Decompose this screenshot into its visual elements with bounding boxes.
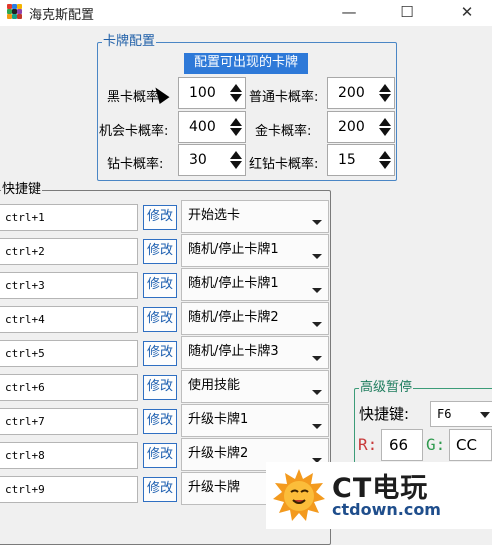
sun-mascot-icon <box>273 469 325 521</box>
hotkey-action-dropdown-2[interactable]: 随机/停止卡牌1 <box>181 234 329 267</box>
hotkey-action-dropdown-7[interactable]: 升级卡牌1 <box>181 404 329 437</box>
minimize-button[interactable]: — <box>335 2 363 24</box>
hotkey-input-3[interactable]: ctrl+3 <box>0 272 138 299</box>
hotkey-legend: 快捷键 <box>2 182 42 197</box>
pause-hotkey-value: F6 <box>437 407 452 421</box>
g-label: G: <box>426 435 446 454</box>
dropdown-value: 随机/停止卡牌2 <box>188 310 279 325</box>
black-card-spinbox[interactable]: 100 <box>178 77 246 109</box>
edit-hotkey-button-9[interactable]: 修改 <box>143 477 177 502</box>
hotkey-input-1[interactable]: ctrl+1 <box>0 204 138 231</box>
dropdown-value: 升级卡牌2 <box>188 446 249 461</box>
increment-arrow-icon[interactable] <box>230 84 242 92</box>
decrement-arrow-icon[interactable] <box>230 128 242 136</box>
pause-hotkey-label: 快捷键: <box>359 405 410 423</box>
increment-arrow-icon[interactable] <box>230 151 242 159</box>
increment-arrow-icon[interactable] <box>379 151 391 159</box>
normal-card-label: 普通卡概率: <box>249 90 319 105</box>
chance-card-value: 400 <box>189 119 216 135</box>
hotkey-input-4[interactable]: ctrl+4 <box>0 306 138 333</box>
edit-hotkey-button-6[interactable]: 修改 <box>143 375 177 400</box>
hotkey-input-5[interactable]: ctrl+5 <box>0 340 138 367</box>
hotkey-action-dropdown-4[interactable]: 随机/停止卡牌2 <box>181 302 329 335</box>
gold-card-value: 200 <box>338 119 365 135</box>
normal-card-value: 200 <box>338 85 365 101</box>
hotkey-input-6[interactable]: ctrl+6 <box>0 374 138 401</box>
r-value: 66 <box>389 436 409 454</box>
edit-hotkey-button-1[interactable]: 修改 <box>143 205 177 230</box>
g-value-input[interactable]: CC <box>449 429 492 461</box>
hotkey-action-dropdown-3[interactable]: 随机/停止卡牌1 <box>181 268 329 301</box>
edit-hotkey-button-2[interactable]: 修改 <box>143 239 177 264</box>
hotkey-input-7[interactable]: ctrl+7 <box>0 408 138 435</box>
increment-arrow-icon[interactable] <box>379 118 391 126</box>
dropdown-value: 使用技能 <box>188 378 241 393</box>
edit-hotkey-button-7[interactable]: 修改 <box>143 409 177 434</box>
card-config-legend: 卡牌配置 <box>103 34 156 49</box>
gold-card-label: 金卡概率: <box>255 124 312 139</box>
decrement-arrow-icon[interactable] <box>230 94 242 102</box>
edit-hotkey-button-3[interactable]: 修改 <box>143 273 177 298</box>
decrement-arrow-icon[interactable] <box>379 94 391 102</box>
black-card-value: 100 <box>189 85 216 101</box>
increment-arrow-icon[interactable] <box>379 84 391 92</box>
dropdown-value: 随机/停止卡牌1 <box>188 242 279 257</box>
diamond-card-label: 钻卡概率: <box>107 157 164 172</box>
diamond-card-spinbox[interactable]: 30 <box>178 144 246 176</box>
app-icon <box>7 4 23 20</box>
maximize-button[interactable]: ☐ <box>393 2 421 24</box>
hotkey-action-dropdown-5[interactable]: 随机/停止卡牌3 <box>181 336 329 369</box>
hotkey-input-8[interactable]: ctrl+8 <box>0 442 138 469</box>
hotkey-input-2[interactable]: ctrl+2 <box>0 238 138 265</box>
window-title: 海克斯配置 <box>29 8 95 23</box>
chance-card-label: 机会卡概率: <box>99 124 169 139</box>
decrement-arrow-icon[interactable] <box>230 161 242 169</box>
red-diamond-card-spinbox[interactable]: 15 <box>327 144 395 176</box>
chevron-down-icon <box>312 390 322 395</box>
diamond-card-value: 30 <box>189 152 207 168</box>
chevron-down-icon <box>312 322 322 327</box>
chevron-down-icon <box>312 288 322 293</box>
chevron-down-icon <box>312 254 322 259</box>
hotkey-action-dropdown-1[interactable]: 开始选卡 <box>181 200 329 233</box>
dropdown-value: 升级卡牌1 <box>188 412 249 427</box>
watermark-subtitle: ctdown.com <box>332 500 441 519</box>
watermark: CT电玩 ctdown.com <box>266 462 492 529</box>
hotkey-input-9[interactable]: ctrl+9 <box>0 476 138 503</box>
chevron-down-icon <box>312 356 322 361</box>
decrement-arrow-icon[interactable] <box>379 161 391 169</box>
increment-arrow-icon[interactable] <box>230 118 242 126</box>
hotkey-action-dropdown-6[interactable]: 使用技能 <box>181 370 329 403</box>
pause-hotkey-dropdown[interactable]: F6 <box>430 401 492 427</box>
r-value-input[interactable]: 66 <box>381 429 423 461</box>
red-diamond-card-value: 15 <box>338 152 356 168</box>
chevron-down-icon <box>312 424 322 429</box>
edit-hotkey-button-8[interactable]: 修改 <box>143 443 177 468</box>
decrement-arrow-icon[interactable] <box>379 128 391 136</box>
advanced-pause-legend: 高级暂停 <box>360 380 413 395</box>
edit-hotkey-button-4[interactable]: 修改 <box>143 307 177 332</box>
red-diamond-card-label: 红钻卡概率: <box>249 157 319 172</box>
close-button[interactable]: ✕ <box>453 2 481 24</box>
chevron-down-icon <box>480 412 490 418</box>
dropdown-value: 升级卡牌 <box>188 480 241 495</box>
gold-card-spinbox[interactable]: 200 <box>327 111 395 143</box>
normal-card-spinbox[interactable]: 200 <box>327 77 395 109</box>
edit-hotkey-button-5[interactable]: 修改 <box>143 341 177 366</box>
title-bar: 海克斯配置 — ☐ ✕ <box>0 0 492 26</box>
r-label: R: <box>358 435 378 454</box>
chance-card-spinbox[interactable]: 400 <box>178 111 246 143</box>
chevron-down-icon <box>312 220 322 225</box>
dropdown-value: 随机/停止卡牌1 <box>188 276 279 291</box>
g-value: CC <box>456 436 477 454</box>
dropdown-value: 随机/停止卡牌3 <box>188 344 279 359</box>
dropdown-value: 开始选卡 <box>188 208 241 223</box>
card-config-banner: 配置可出现的卡牌 <box>184 53 308 74</box>
